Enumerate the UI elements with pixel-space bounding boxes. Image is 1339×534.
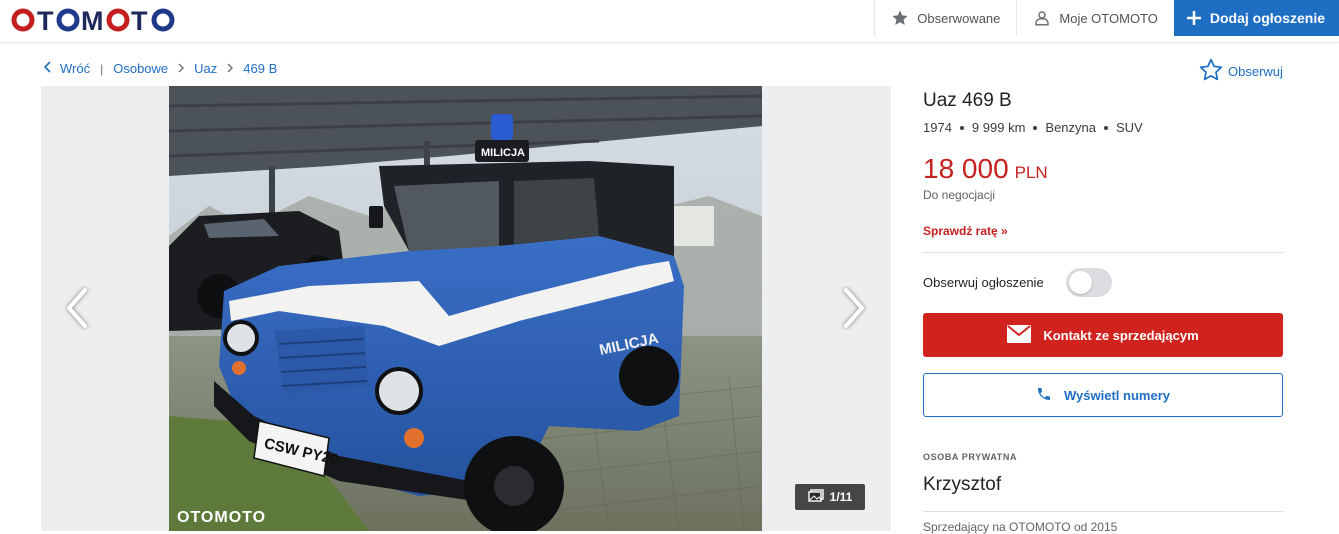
param-fuel: Benzyna — [1045, 120, 1096, 135]
follow-label: Obserwuj — [1228, 64, 1283, 79]
add-listing-label: Dodaj ogłoszenie — [1209, 10, 1325, 26]
breadcrumb-item-model[interactable]: 469 B — [243, 61, 277, 76]
breadcrumb: Wróć | Osobowe Uaz 469 B — [43, 61, 277, 76]
show-numbers-label: Wyświetl numery — [1064, 387, 1170, 403]
plus-icon — [1186, 10, 1202, 26]
divider — [923, 252, 1283, 253]
svg-text:T: T — [131, 6, 149, 34]
back-link-label: Wróć — [60, 61, 91, 76]
contact-seller-label: Kontakt ze sprzedającym — [1043, 327, 1199, 343]
check-rate-link[interactable]: Sprawdź ratę » — [923, 224, 1008, 238]
follow-button[interactable]: Obserwuj — [1198, 57, 1283, 86]
chevron-left-icon — [67, 288, 87, 328]
param-body: SUV — [1116, 120, 1143, 135]
next-photo-button[interactable] — [838, 286, 868, 330]
photo-counter-label: 1/11 — [829, 490, 853, 504]
otomoto-logo[interactable]: T M T — [10, 6, 176, 34]
show-numbers-button[interactable]: Wyświetl numery — [923, 373, 1283, 417]
star-icon — [891, 9, 909, 27]
chevron-right-icon — [178, 61, 185, 76]
chevron-right-icon — [227, 61, 234, 76]
main-photo[interactable]: CSW PY20 MILICJA MILICJA OTOMOTO — [169, 86, 762, 531]
gallery-icon — [807, 489, 824, 505]
bullet-icon — [1033, 125, 1038, 130]
add-listing-button[interactable]: Dodaj ogłoszenie — [1173, 0, 1339, 36]
nav-my-otomoto-label: Moje OTOMOTO — [1059, 10, 1158, 26]
price: 18 000 PLN — [923, 153, 1048, 185]
bullet-icon — [959, 125, 964, 130]
back-link[interactable]: Wróć — [43, 61, 91, 76]
price-value: 18 000 — [923, 153, 1009, 184]
breadcrumb-divider: | — [100, 61, 104, 76]
car-photo-illustration: CSW PY20 MILICJA MILICJA OTOMOTO — [169, 86, 762, 531]
photo-gallery: CSW PY20 MILICJA MILICJA OTOMOTO 1/11 — [41, 86, 891, 531]
envelope-icon — [1007, 324, 1032, 346]
star-outline-icon — [1198, 57, 1224, 86]
breadcrumb-item-osobowe[interactable]: Osobowe — [113, 61, 168, 76]
svg-text:M: M — [81, 6, 105, 34]
contact-seller-button[interactable]: Kontakt ze sprzedającym — [923, 313, 1283, 357]
sign-text: MILICJA — [481, 147, 525, 159]
listing-title: Uaz 469 B — [923, 90, 1012, 111]
listing-params: 1974 9 999 km Benzyna SUV — [923, 120, 1143, 135]
breadcrumb-item-uaz[interactable]: Uaz — [194, 61, 217, 76]
chevron-left-icon — [43, 61, 52, 76]
seller-since: Sprzedający na OTOMOTO od 2015 — [923, 520, 1118, 534]
prev-photo-button[interactable] — [63, 286, 93, 330]
top-header: T M T Obserwowane Moje OTOMOTO Dodaj ogł… — [0, 0, 1339, 43]
divider — [923, 511, 1283, 512]
svg-text:T: T — [37, 6, 55, 34]
photo-watermark: OTOMOTO — [177, 509, 266, 526]
seller-type: OSOBA PRYWATNA — [923, 452, 1018, 462]
chevron-right-icon — [844, 288, 864, 328]
toggle-knob — [1069, 271, 1092, 294]
watch-listing-label: Obserwuj ogłoszenie — [923, 275, 1044, 290]
seller-name: Krzysztof — [923, 474, 1002, 495]
header-nav: Obserwowane Moje OTOMOTO Dodaj ogłoszeni… — [874, 0, 1339, 36]
photo-counter[interactable]: 1/11 — [795, 484, 865, 510]
nav-observed[interactable]: Obserwowane — [874, 0, 1016, 36]
user-icon — [1033, 9, 1051, 27]
negotiable-note: Do negocjacji — [923, 188, 996, 202]
bullet-icon — [1104, 125, 1108, 130]
param-mileage: 9 999 km — [971, 120, 1026, 135]
nav-observed-label: Obserwowane — [917, 10, 1001, 26]
price-currency: PLN — [1014, 163, 1048, 182]
otomoto-logo-mark: T M T — [11, 6, 175, 34]
phone-icon — [1036, 386, 1052, 405]
param-year: 1974 — [923, 120, 952, 135]
nav-my-otomoto[interactable]: Moje OTOMOTO — [1016, 0, 1173, 36]
watch-listing-toggle[interactable] — [1066, 268, 1112, 297]
